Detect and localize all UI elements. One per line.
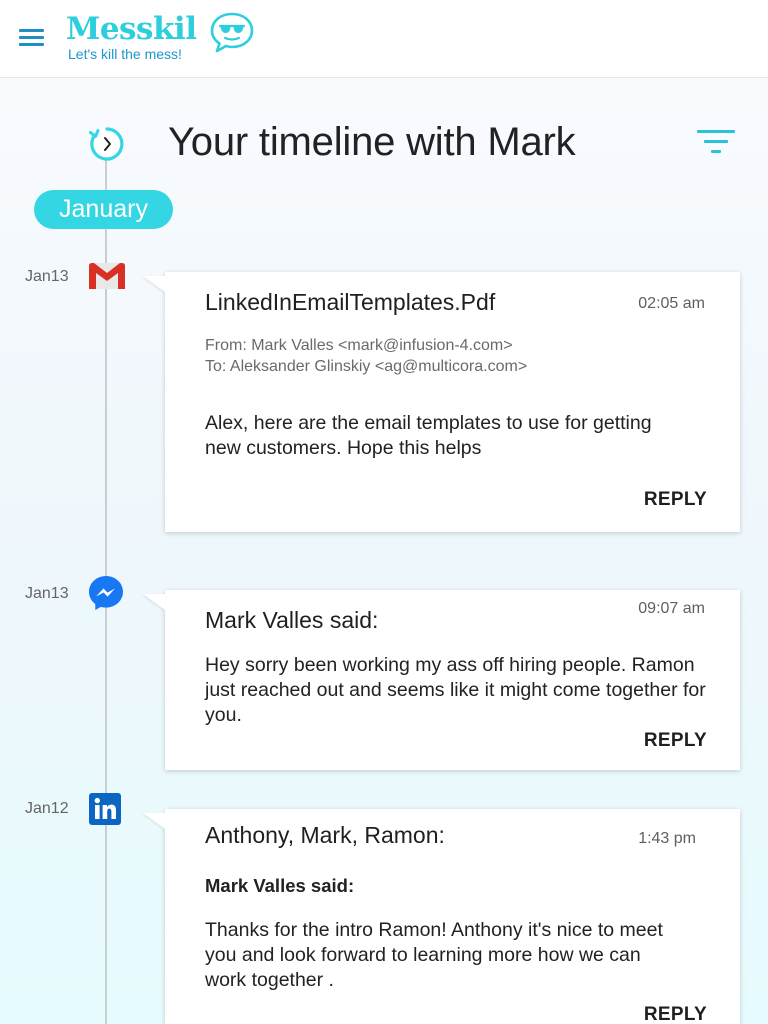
email-card[interactable]: LinkedInEmailTemplates.Pdf 02:05 am From… [165,272,740,532]
hamburger-menu-icon[interactable] [19,27,44,47]
email-subject: LinkedInEmailTemplates.Pdf [205,289,496,315]
reply-button[interactable]: REPLY [644,489,707,511]
sunglasses-face-chat-icon [210,12,254,53]
brand-tagline: Let's kill the mess! [68,46,182,62]
brand-name[interactable]: Messkil [66,12,197,46]
message-body: Hey sorry been working my ass off hiring… [205,654,706,726]
message-body: Thanks for the intro Ramon! Anthony it's… [205,919,663,991]
gmail-icon[interactable] [89,263,125,289]
entry-time: 02:05 am [638,295,705,312]
email-to: To: Aleksander Glinskiy <ag@multicora.co… [205,358,528,375]
app-header: Messkil Let's kill the mess! [0,0,768,78]
entry-date: Jan13 [25,268,69,285]
group-message-card[interactable]: Anthony, Mark, Ramon: 1:43 pm Mark Valle… [165,809,740,1024]
reply-button[interactable]: REPLY [644,730,707,752]
message-card[interactable]: Mark Valles said: 09:07 am Hey sorry bee… [165,590,740,770]
entry-date: Jan12 [25,800,69,817]
entry-time: 1:43 pm [638,830,696,847]
filter-icon[interactable] [697,130,735,156]
linkedin-icon[interactable] [89,793,121,825]
message-sender: Mark Valles said: [205,875,355,896]
message-sender: Mark Valles said: [205,607,379,633]
conversation-participants: Anthony, Mark, Ramon: [205,822,445,848]
reply-button[interactable]: REPLY [644,1004,707,1024]
entry-date: Jan13 [25,585,69,602]
entry-time: 09:07 am [638,600,705,617]
history-clock-icon [89,127,124,161]
message-body: Alex, here are the email templates to us… [205,412,652,459]
month-label[interactable]: January [34,190,173,229]
email-from: From: Mark Valles <mark@infusion-4.com> [205,337,513,354]
messenger-icon[interactable] [88,575,124,611]
page-title: Your timeline with Mark [168,120,576,164]
